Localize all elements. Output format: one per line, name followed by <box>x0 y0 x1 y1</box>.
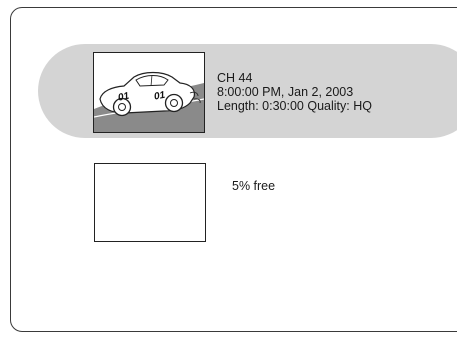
recording-datetime: 8:00:00 PM, Jan 2, 2003 <box>217 85 354 99</box>
empty-slot-thumbnail[interactable] <box>94 163 206 242</box>
channel-label: CH 44 <box>217 71 253 85</box>
recording-details: Length: 0:30:00 Quality: HQ <box>217 99 372 113</box>
race-car-icon: 01 01 <box>94 71 204 132</box>
recording-info: CH 44 8:00:00 PM, Jan 2, 2003 Length: 0:… <box>217 71 372 113</box>
recording-thumbnail[interactable]: 01 01 <box>93 52 205 133</box>
free-space-label: 5% free <box>232 179 276 193</box>
